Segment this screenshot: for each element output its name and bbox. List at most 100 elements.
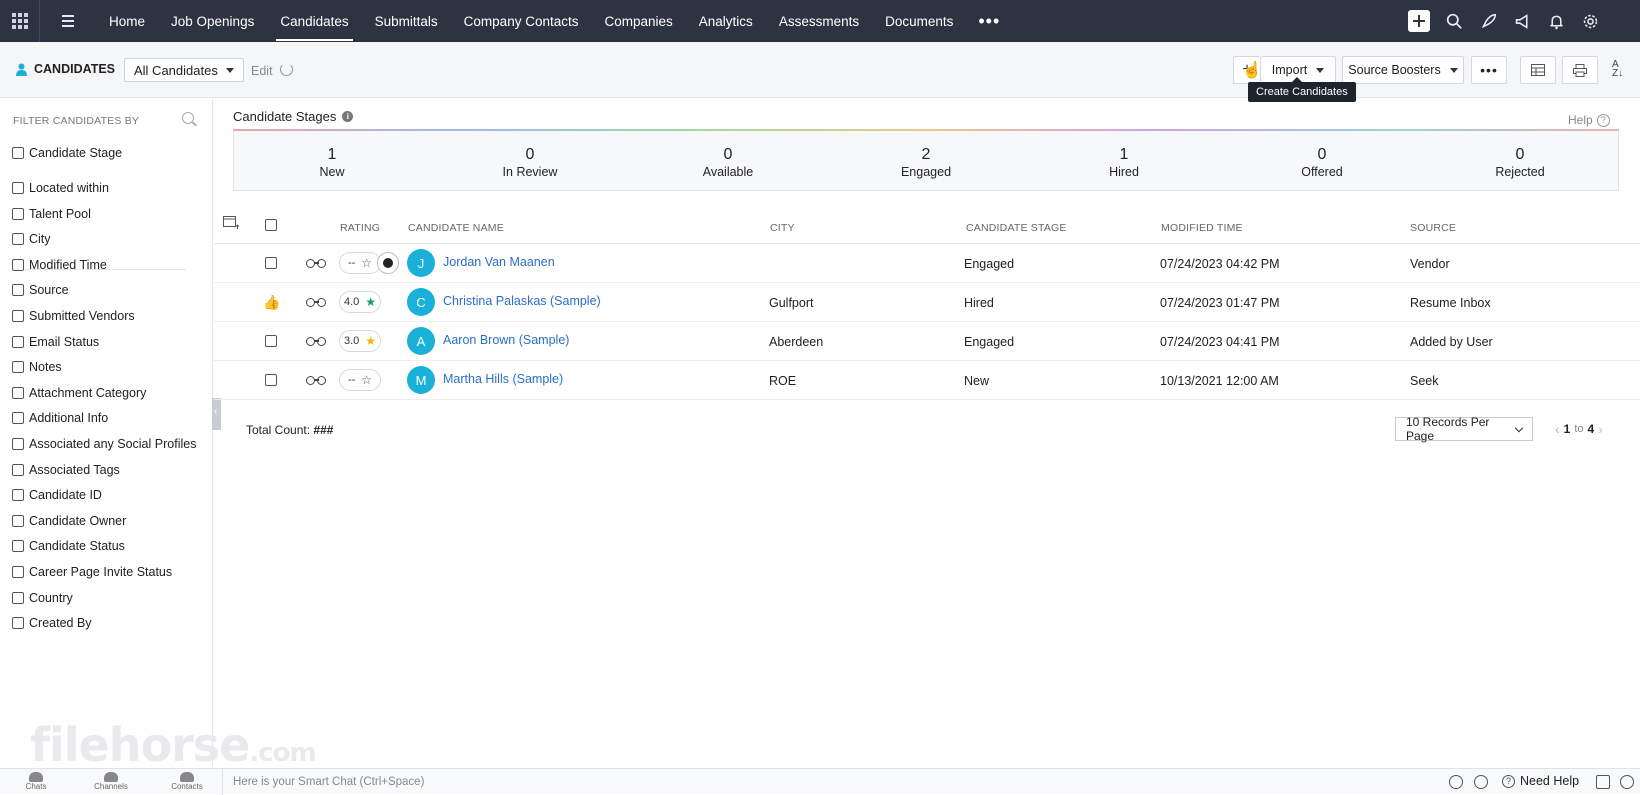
filter-item[interactable]: Candidate Owner [12,514,126,528]
checkbox[interactable] [12,489,24,502]
checkbox[interactable] [12,566,24,578]
checkbox[interactable] [12,147,24,159]
history-icon[interactable] [1474,775,1488,789]
filter-item[interactable]: Talent Pool [12,207,91,221]
checkbox[interactable] [12,284,24,297]
source-boosters-button[interactable]: Source Boosters [1342,56,1464,84]
checkbox[interactable] [12,233,24,246]
next-page-icon[interactable]: › [1598,421,1603,437]
contacts-button[interactable]: Contacts [167,772,207,791]
filter-item[interactable]: Associated any Social Profiles [12,437,196,451]
select-all-checkbox[interactable] [265,219,277,231]
header-source[interactable]: SOURCE [1410,222,1456,234]
calendar-icon[interactable] [1596,775,1610,789]
rating-badge[interactable]: 3.0 ★ [339,330,381,352]
help-link[interactable]: Help ? [1568,113,1610,127]
rating-badge[interactable]: 4.0 ★ [339,291,381,313]
checkbox[interactable] [12,412,24,425]
filter-item[interactable]: Attachment Category [12,386,146,400]
header-modified-time[interactable]: MODIFIED TIME [1161,222,1243,234]
filter-item[interactable]: Created By [12,616,92,630]
rocket-icon[interactable] [1478,11,1498,31]
status-dot-icon[interactable] [377,252,399,274]
search-icon[interactable] [1444,11,1464,31]
records-per-page-select[interactable]: 10 Records Per Page [1395,415,1533,443]
bell-icon[interactable] [1546,11,1566,31]
need-help-button[interactable]: ? Need Help [1502,774,1579,788]
thumbs-up-icon[interactable]: 👍 [263,294,280,311]
candidate-name-link[interactable]: Aaron Brown (Sample) [443,333,569,347]
sort-az-icon[interactable]: A Z↓ [1612,60,1623,79]
print-button[interactable] [1562,56,1598,84]
row-checkbox[interactable] [265,257,277,269]
checkbox[interactable] [12,591,24,604]
checkbox[interactable] [12,335,24,348]
filter-item[interactable]: Country [12,591,73,605]
more-actions-button[interactable]: ••• [1471,56,1507,84]
nav-assessments[interactable]: Assessments [766,0,872,42]
filter-candidate-stage[interactable]: Candidate Stage [12,146,122,160]
nav-candidates[interactable]: Candidates [267,0,361,42]
stage-rejected[interactable]: 0 Rejected [1460,146,1580,179]
hamburger-menu-icon[interactable] [40,15,96,27]
table-row[interactable]: 👍 4.0 ★ C Christina Palaskas (Sample) Gulfpor… [214,283,1640,322]
checkbox[interactable] [12,514,24,527]
stage-engaged[interactable]: 2 Engaged [866,146,986,179]
quick-create-icon[interactable] [1408,10,1430,32]
checkbox[interactable] [12,207,24,220]
filter-item[interactable]: Email Status [12,335,99,349]
view-binoculars-icon[interactable] [306,257,328,269]
checkbox[interactable] [12,258,24,271]
view-binoculars-icon[interactable] [306,296,328,308]
row-checkbox[interactable] [265,374,277,386]
nav-analytics[interactable]: Analytics [686,0,766,42]
edit-view-link[interactable]: Edit [251,64,273,78]
alarm-icon[interactable] [1449,775,1463,789]
nav-documents[interactable]: Documents [872,0,966,42]
filter-item[interactable]: Career Page Invite Status [12,565,172,579]
filter-item[interactable]: Candidate ID [12,488,102,502]
view-binoculars-icon[interactable] [306,374,328,386]
sidebar-collapse-handle[interactable] [212,398,221,430]
nav-job-openings[interactable]: Job Openings [158,0,267,42]
checkbox[interactable] [12,386,24,399]
candidate-name-link[interactable]: Jordan Van Maanen [443,255,555,269]
filter-item[interactable]: Source [12,283,69,297]
nav-companies[interactable]: Companies [591,0,685,42]
rating-badge[interactable]: -- ☆ [339,252,381,274]
filter-item[interactable]: Modified Time [12,258,107,272]
rating-badge[interactable]: -- ☆ [339,369,381,391]
row-checkbox[interactable] [265,335,277,347]
filter-search-icon[interactable] [182,112,194,124]
table-row[interactable]: 3.0 ★ A Aaron Brown (Sample) Aberdeen Engaged… [214,322,1640,361]
header-rating[interactable]: RATING [340,222,380,234]
stage-in-review[interactable]: 0 In Review [470,146,590,179]
channels-button[interactable]: Channels [91,772,131,791]
stage-available[interactable]: 0 Available [668,146,788,179]
filter-item[interactable]: Submitted Vendors [12,309,135,323]
prev-page-icon[interactable]: ‹ [1555,421,1560,437]
checkbox[interactable] [12,310,24,322]
stage-hired[interactable]: 1 Hired [1064,146,1184,179]
settings-gear-icon[interactable] [1580,11,1600,31]
nav-company-contacts[interactable]: Company Contacts [451,0,592,42]
filter-item[interactable]: City [12,232,51,246]
checkbox[interactable] [12,617,24,630]
stage-new[interactable]: 1 New [272,146,392,179]
table-row[interactable]: -- ☆ M Martha Hills (Sample) ROE New 10/13/202… [214,361,1640,400]
nav-more-icon[interactable]: ••• [966,0,1012,42]
table-row[interactable]: -- ☆ J Jordan Van Maanen Engaged 07/24/2023 0… [214,244,1640,283]
nav-submittals[interactable]: Submittals [362,0,451,42]
filter-item[interactable]: Located within [12,181,109,195]
view-binoculars-icon[interactable] [306,335,328,347]
column-settings-icon[interactable] [223,216,239,230]
app-launcher-icon[interactable] [0,0,40,42]
filter-item[interactable]: Additional Info [12,411,108,425]
filter-item[interactable]: Candidate Status [12,539,125,553]
checkbox[interactable] [12,540,24,553]
filter-item[interactable]: Associated Tags [12,463,120,477]
header-candidate-name[interactable]: CANDIDATE NAME [408,222,504,234]
checkbox[interactable] [12,182,24,194]
announcement-icon[interactable] [1512,11,1532,31]
smart-chat-input[interactable]: Here is your Smart Chat (Ctrl+Space) [222,769,424,795]
